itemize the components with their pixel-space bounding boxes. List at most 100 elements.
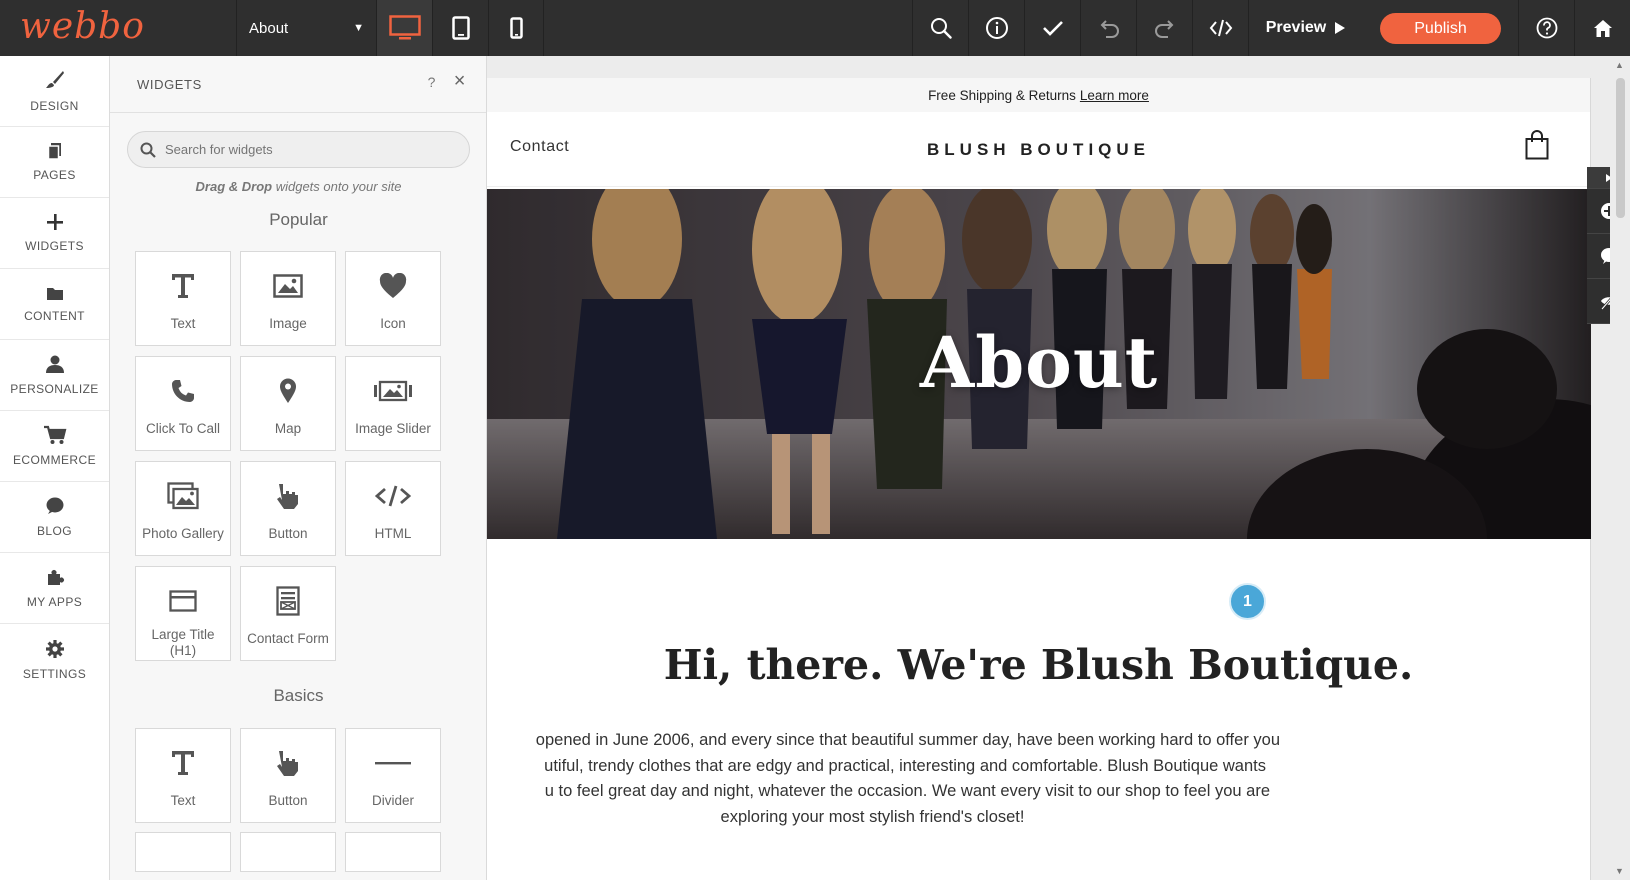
widget-tile-basic-button[interactable]: Button bbox=[240, 728, 336, 823]
widget-tile-label: Contact Form bbox=[247, 631, 329, 646]
editor-canvas: Free Shipping & Returns Learn more Conta… bbox=[487, 56, 1630, 880]
widget-tile-button[interactable]: Button bbox=[240, 461, 336, 556]
nav-my-apps-label: MY APPS bbox=[26, 595, 83, 609]
widget-tile-divider[interactable]: Divider bbox=[345, 728, 441, 823]
pointer-icon bbox=[277, 751, 298, 776]
widget-tile-text[interactable]: Text bbox=[135, 251, 231, 346]
canvas-scrollbar[interactable]: ▲ ▼ bbox=[1610, 56, 1630, 880]
widget-tile-partial[interactable] bbox=[345, 832, 441, 872]
widget-tile-html[interactable]: HTML bbox=[345, 461, 441, 556]
widget-search-box[interactable] bbox=[127, 131, 470, 168]
search-button[interactable] bbox=[912, 0, 968, 56]
publish-button[interactable]: Publish bbox=[1380, 13, 1501, 44]
text-icon bbox=[172, 751, 194, 775]
site-brand-name[interactable]: BLUSH BOUTIQUE bbox=[487, 140, 1590, 160]
code-view-button[interactable] bbox=[1192, 0, 1248, 56]
widget-tile-label: Image bbox=[269, 316, 307, 331]
nav-blog[interactable]: BLOG bbox=[0, 482, 109, 553]
widget-tile-basic-text[interactable]: Text bbox=[135, 728, 231, 823]
widget-tile-partial[interactable] bbox=[135, 832, 231, 872]
tablet-icon bbox=[451, 16, 470, 40]
undo-icon bbox=[1100, 20, 1119, 38]
section-number-badge[interactable]: 1 bbox=[1229, 583, 1266, 620]
desktop-icon bbox=[388, 15, 421, 40]
intro-line: opened in June 2006, and every since tha… bbox=[535, 731, 1280, 749]
shopping-bag-button[interactable] bbox=[1525, 130, 1549, 165]
nav-settings-label: SETTINGS bbox=[22, 666, 87, 681]
hint-bold: Drag & Drop bbox=[195, 179, 273, 194]
help-icon bbox=[1536, 17, 1557, 39]
intro-line: u to feel great day and night, whatever … bbox=[544, 782, 1270, 800]
save-button[interactable] bbox=[1024, 0, 1080, 56]
nav-settings[interactable]: SETTINGS bbox=[0, 624, 109, 695]
nav-content-label: CONTENT bbox=[24, 308, 85, 323]
page-select-value: About bbox=[249, 19, 289, 37]
redo-button[interactable] bbox=[1136, 0, 1192, 56]
mobile-icon bbox=[509, 17, 523, 39]
widget-tile-photo-gallery[interactable]: Photo Gallery bbox=[135, 461, 231, 556]
form-icon bbox=[276, 586, 300, 616]
page-select-dropdown[interactable]: About ▼ bbox=[236, 0, 376, 56]
scroll-down-arrow[interactable]: ▼ bbox=[1615, 866, 1624, 876]
code-icon bbox=[375, 485, 411, 507]
nav-pages[interactable]: PAGES bbox=[0, 127, 109, 198]
widget-tile-click-to-call[interactable]: Click To Call bbox=[135, 356, 231, 451]
cart-icon bbox=[43, 425, 66, 444]
nav-widgets-label: WIDGETS bbox=[25, 239, 84, 253]
folder-icon bbox=[46, 287, 63, 300]
scroll-thumb[interactable] bbox=[1616, 78, 1625, 218]
nav-personalize[interactable]: PERSONALIZE bbox=[0, 340, 109, 411]
nav-design-label: DESIGN bbox=[30, 99, 79, 113]
shipping-banner: Free Shipping & Returns Learn more bbox=[487, 78, 1590, 112]
widgets-help-icon[interactable]: ? bbox=[428, 74, 436, 90]
intro-heading[interactable]: Hi, there. We're Blush Boutique. bbox=[487, 641, 1590, 689]
title-icon bbox=[169, 590, 197, 612]
undo-button[interactable] bbox=[1080, 0, 1136, 56]
widget-tile-large-title[interactable]: Large Title (H1) bbox=[135, 566, 231, 661]
nav-widgets[interactable]: WIDGETS bbox=[0, 198, 109, 269]
pages-icon bbox=[47, 143, 61, 160]
hero-banner[interactable]: About bbox=[487, 189, 1591, 539]
nav-design[interactable]: DESIGN bbox=[0, 56, 109, 127]
chat-icon bbox=[46, 497, 63, 514]
basics-section-title: Basics bbox=[273, 686, 324, 705]
heart-icon bbox=[379, 273, 407, 298]
help-button[interactable] bbox=[1518, 0, 1574, 56]
mobile-view-button[interactable] bbox=[488, 0, 544, 56]
hero-title[interactable]: About bbox=[487, 321, 1591, 404]
desktop-view-button[interactable] bbox=[376, 0, 432, 56]
site-header: Contact BLUSH BOUTIQUE bbox=[487, 112, 1590, 187]
redo-icon bbox=[1154, 20, 1173, 38]
user-icon bbox=[45, 355, 64, 373]
gallery-icon bbox=[167, 482, 199, 510]
nav-ecommerce[interactable]: ECOMMERCE bbox=[0, 411, 109, 482]
intro-paragraph[interactable]: opened in June 2006, and every since tha… bbox=[487, 728, 1280, 838]
widget-tile-map[interactable]: Map bbox=[240, 356, 336, 451]
preview-button[interactable]: Preview bbox=[1248, 0, 1363, 56]
widget-tile-label: Button bbox=[268, 793, 308, 808]
home-button[interactable] bbox=[1574, 0, 1630, 56]
slider-icon bbox=[374, 380, 412, 402]
tablet-view-button[interactable] bbox=[432, 0, 488, 56]
pointer-icon bbox=[277, 484, 298, 509]
close-icon[interactable]: × bbox=[454, 70, 466, 93]
scroll-up-arrow[interactable]: ▲ bbox=[1615, 60, 1624, 70]
drag-drop-hint: Drag & Drop widgets onto your site bbox=[110, 179, 486, 194]
widget-tile-image[interactable]: Image bbox=[240, 251, 336, 346]
widget-tile-contact-form[interactable]: Contact Form bbox=[240, 566, 336, 661]
info-button[interactable] bbox=[968, 0, 1024, 56]
nav-content[interactable]: CONTENT bbox=[0, 269, 109, 340]
widget-tile-icon[interactable]: Icon bbox=[345, 251, 441, 346]
widget-tile-label: Text bbox=[170, 316, 196, 331]
learn-more-link[interactable]: Learn more bbox=[1080, 88, 1149, 103]
widget-tile-image-slider[interactable]: Image Slider bbox=[345, 356, 441, 451]
nav-my-apps[interactable]: MY APPS bbox=[0, 553, 109, 624]
info-icon bbox=[985, 17, 1008, 39]
webbo-logo[interactable]: webbo bbox=[20, 6, 145, 47]
widget-search-input[interactable] bbox=[165, 142, 445, 157]
widget-tile-label: HTML bbox=[374, 526, 412, 541]
nav-ecommerce-label: ECOMMERCE bbox=[13, 453, 96, 467]
widget-tile-label: Map bbox=[274, 421, 302, 436]
widget-tile-partial[interactable] bbox=[240, 832, 336, 872]
widget-tile-label: Button bbox=[268, 526, 308, 541]
